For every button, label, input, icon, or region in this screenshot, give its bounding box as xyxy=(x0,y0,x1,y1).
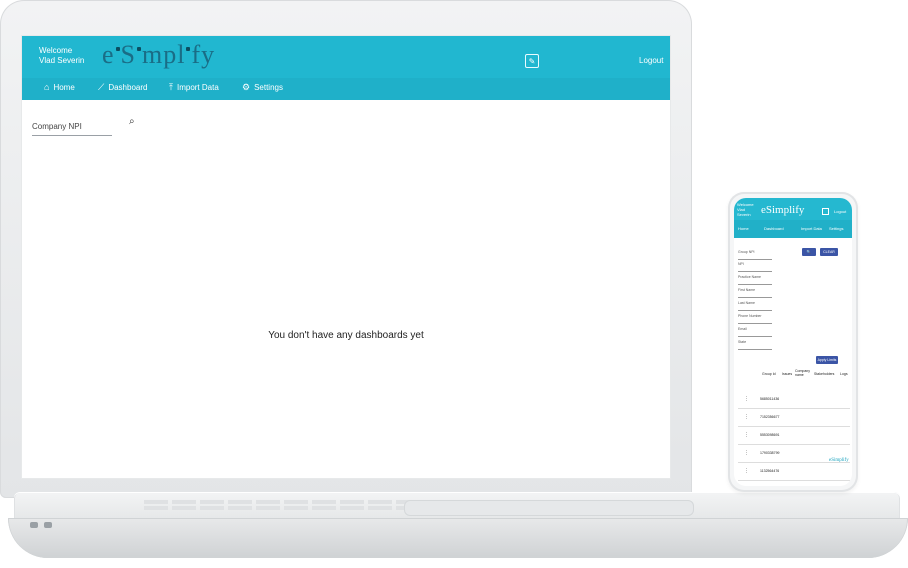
trackpad xyxy=(404,500,694,516)
nav-label: Settings xyxy=(254,83,283,92)
group-id: 5685011436 xyxy=(760,397,780,401)
nav-label: Import Data xyxy=(176,83,219,92)
table-row[interactable]: ⋮ 5553098691 xyxy=(738,426,850,445)
phone-mini-logo: eSimplify xyxy=(829,458,849,463)
company-npi-input[interactable]: Company NPI xyxy=(32,122,112,136)
kebab-icon[interactable]: ⋮ xyxy=(744,450,749,456)
nav-item-settings[interactable]: ⚙ Settings xyxy=(242,82,283,93)
laptop-lid: Welcome Vlad Severin e Smpl fy ✎ Logout ⌂ … xyxy=(0,0,692,498)
logout-button[interactable]: Logout xyxy=(639,56,663,65)
edit-icon[interactable]: ✎ xyxy=(525,54,539,68)
phone-th-issues: Issues xyxy=(782,372,793,376)
phone-th-stakeholders: Stakeholders xyxy=(814,372,835,376)
phone-field-last-name[interactable]: Last Name xyxy=(738,301,772,311)
phone-logout[interactable]: Logout xyxy=(834,209,846,214)
phone-nav: Home Dashboard Import Data Settings xyxy=(734,220,852,238)
phone-nav-home[interactable]: Home xyxy=(738,226,749,231)
group-id: 1790338799 xyxy=(760,451,780,455)
app-header: Welcome Vlad Severin e Smpl fy ✎ Logout xyxy=(22,36,670,78)
phone-nav-dashboard[interactable]: Dashboard xyxy=(764,226,784,231)
nav-item-dashboard[interactable]: ⟋ Dashboard xyxy=(98,82,148,93)
phone-field-first-name[interactable]: First Name xyxy=(738,288,772,298)
user-name: Vlad Severin xyxy=(39,56,85,65)
nav-item-import-data[interactable]: ⤒ Import Data xyxy=(169,82,219,93)
main-nav: ⌂ Home ⟋ Dashboard ⤒ Import Data ⚙ Setti… xyxy=(22,78,670,100)
gear-icon: ⚙ xyxy=(242,82,251,92)
phone-clear-button[interactable]: CLEAR xyxy=(820,248,838,256)
welcome-line: Welcome xyxy=(39,46,73,55)
group-id: 5553098691 xyxy=(760,433,780,437)
phone-field-group-npi[interactable]: Group NPI xyxy=(738,250,772,260)
laptop-bottom xyxy=(8,518,908,558)
laptop-base xyxy=(8,492,908,560)
phone-field-email[interactable]: Email xyxy=(738,327,772,337)
chart-line-icon: ⟋ xyxy=(98,82,105,92)
esimplify-logo[interactable]: e Smpl fy xyxy=(102,40,215,70)
phone-field-npi[interactable]: NPI xyxy=(738,262,772,272)
phone-field-phone[interactable]: Phone Number xyxy=(738,314,772,324)
search-icon[interactable]: ⌕ xyxy=(129,116,135,127)
usb-port xyxy=(44,522,52,528)
welcome-text: Welcome Vlad Severin xyxy=(39,46,84,66)
usb-port xyxy=(30,522,38,528)
nav-label: Home xyxy=(53,83,75,92)
phone-nav-import[interactable]: Import Data xyxy=(801,226,822,231)
phone-search-button[interactable]: 🔍 xyxy=(802,248,816,256)
phone-field-practice[interactable]: Practice Name xyxy=(738,275,772,285)
kebab-icon[interactable]: ⋮ xyxy=(744,432,749,438)
home-icon: ⌂ xyxy=(44,82,50,92)
phone-header: Welcome Vlad Severin eSimplify Logout xyxy=(734,198,852,220)
group-id: 1132564476 xyxy=(760,469,780,473)
phone-nav-settings[interactable]: Settings xyxy=(829,226,843,231)
company-npi-search: Company NPI ⌕ xyxy=(32,116,152,138)
phone-screen: Welcome Vlad Severin eSimplify Logout Ho… xyxy=(734,198,852,486)
table-row[interactable]: ⋮ 1132564476 xyxy=(738,462,850,481)
phone-field-state[interactable]: State xyxy=(738,340,772,350)
kebab-icon[interactable]: ⋮ xyxy=(744,396,749,402)
import-icon: ⤒ xyxy=(169,82,173,92)
phone-th-group-id: Group Id xyxy=(762,372,776,376)
phone-user-last: Severin xyxy=(737,212,751,217)
laptop-screen: Welcome Vlad Severin e Smpl fy ✎ Logout ⌂ … xyxy=(22,36,670,478)
phone-logo[interactable]: eSimplify xyxy=(761,204,804,216)
kebab-icon[interactable]: ⋮ xyxy=(744,414,749,420)
phone-th-company: Company name xyxy=(795,369,810,377)
table-row[interactable]: ⋮ 7152356677 xyxy=(738,408,850,427)
nav-item-home[interactable]: ⌂ Home xyxy=(44,82,75,93)
phone-th-logs: Logs xyxy=(840,372,848,376)
empty-dashboards-message: You don't have any dashboards yet xyxy=(268,330,424,341)
phone-welcome: Welcome Vlad Severin xyxy=(737,202,754,217)
group-id: 7152356677 xyxy=(760,415,780,419)
table-row[interactable]: ⋮ 5685011436 xyxy=(738,390,850,409)
keyboard-deck xyxy=(14,492,900,520)
kebab-icon[interactable]: ⋮ xyxy=(744,468,749,474)
phone-frame: Welcome Vlad Severin eSimplify Logout Ho… xyxy=(728,192,858,492)
phone-apply-button[interactable]: Apply Limits xyxy=(816,356,838,364)
phone-edit-icon[interactable] xyxy=(822,208,829,215)
nav-label: Dashboard xyxy=(108,83,148,92)
